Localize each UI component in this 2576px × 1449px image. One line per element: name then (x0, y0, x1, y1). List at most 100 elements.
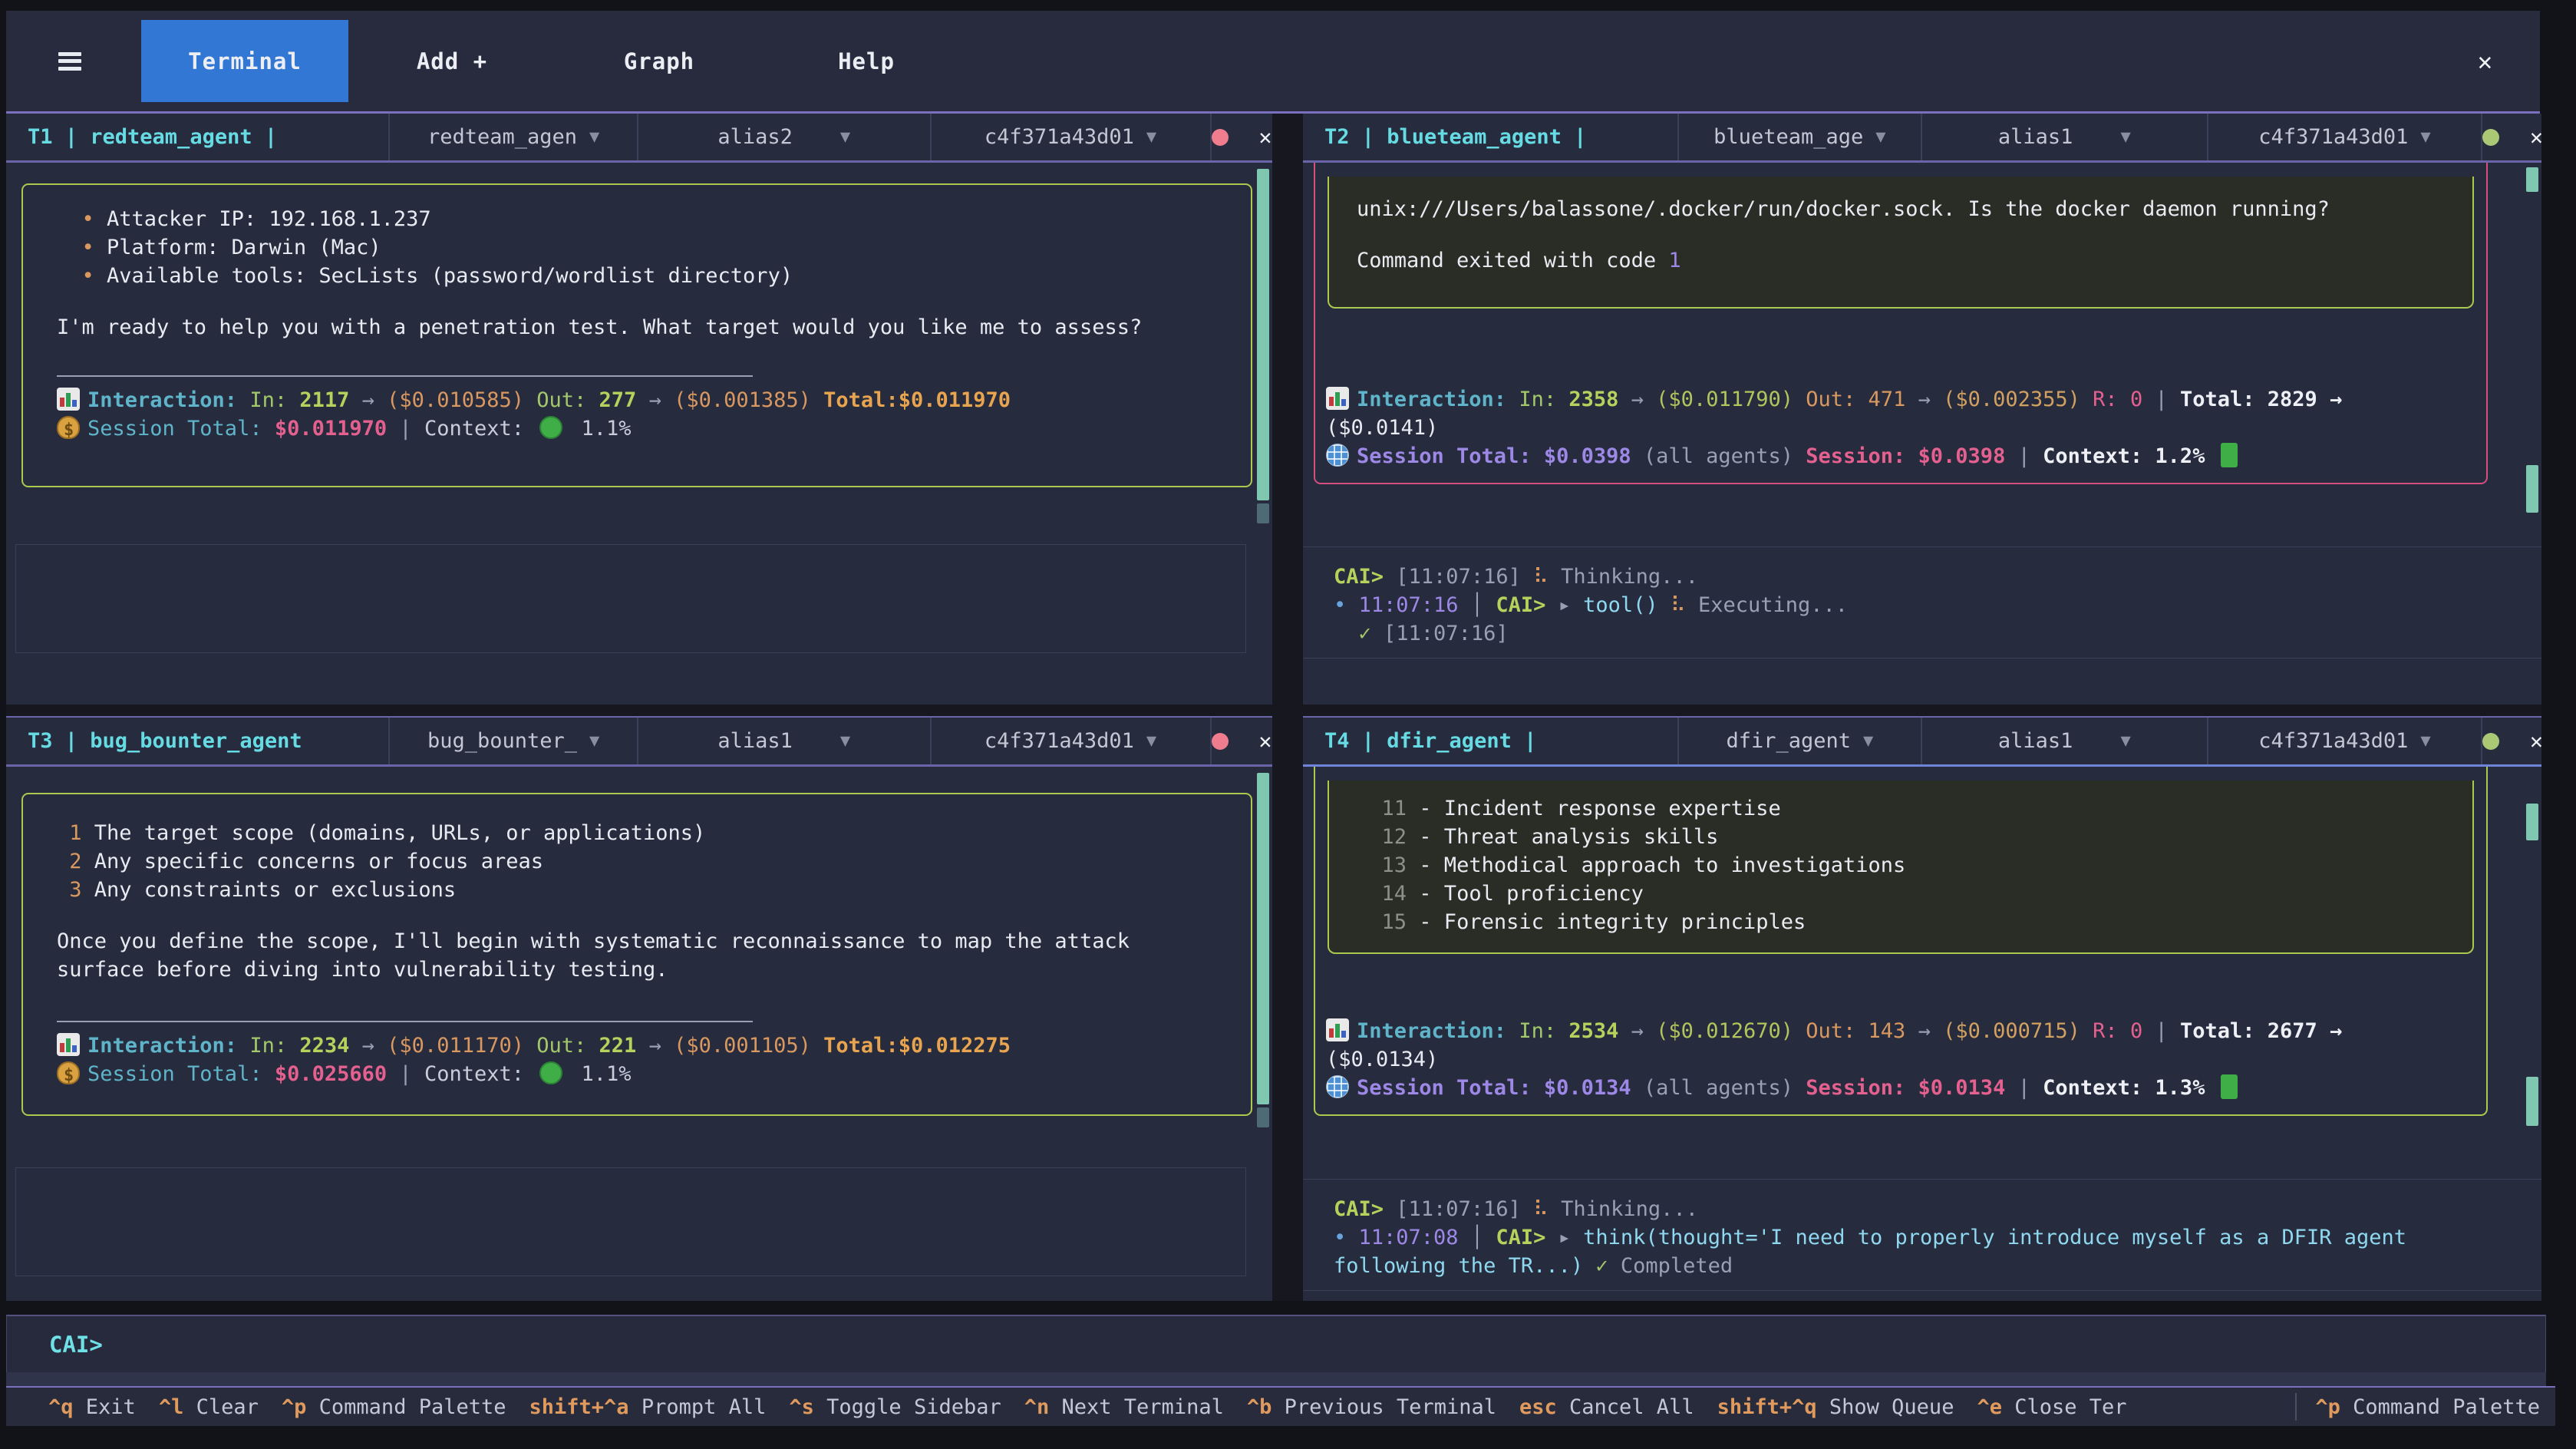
alias-select[interactable]: alias1▼ (637, 718, 930, 764)
agent-message-box: 1 The target scope (domains, URLs, or ap… (21, 793, 1252, 1116)
scrollbar[interactable] (1257, 167, 1269, 700)
close-terminal-button[interactable]: ✕ (2530, 124, 2541, 150)
alias-value: alias1 (1998, 729, 2073, 753)
interaction-line: Interaction: In: 2117 → ($0.010585) Out:… (57, 386, 1217, 414)
alias-select[interactable]: alias1▼ (1921, 114, 2207, 160)
interaction-line: Interaction: In: 2534 → ($0.012670) Out:… (1326, 1017, 2475, 1045)
shortcut-prompt-all[interactable]: shift+^a Prompt All (529, 1395, 767, 1419)
agent-type-select[interactable]: bug_bounter_▼ (388, 718, 637, 764)
message-line: I'm ready to help you with a penetration… (57, 313, 1217, 342)
scrollbar-thumb[interactable] (2526, 804, 2538, 840)
session-line: Session Total: $0.011970 | Context: 1.1% (57, 414, 1217, 444)
shortcut-previous-terminal[interactable]: ^b Previous Terminal (1247, 1395, 1496, 1419)
shortcut-command-palette-right[interactable]: ^p Command Palette (2315, 1395, 2540, 1419)
statusbar: ^q Exit ^l Clear ^p Command Palette shif… (6, 1386, 2555, 1426)
alias-select[interactable]: alias1 ▼ (1921, 718, 2207, 764)
chevron-down-icon: ▼ (2120, 731, 2130, 751)
menu-icon[interactable] (58, 52, 81, 71)
close-icon[interactable]: ✕ (2478, 47, 2492, 76)
chevron-down-icon: ▼ (2120, 127, 2130, 147)
shortcut-command-palette[interactable]: ^p Command Palette (282, 1395, 506, 1419)
session-select[interactable]: c4f371a43d01▼ (930, 114, 1212, 160)
close-terminal-button[interactable]: ✕ (1259, 124, 1272, 150)
agent-type-value: dfir_agent (1726, 729, 1851, 753)
terminal-body: • Attacker IP: 192.168.1.237 • Platform:… (6, 163, 1272, 705)
scrollbar-thumb[interactable] (1257, 773, 1269, 1104)
statusbar-divider (2295, 1393, 2297, 1421)
status-dot (2482, 733, 2499, 750)
prompt-label: CAI> (49, 1332, 103, 1358)
tab-add[interactable]: Add + (348, 20, 556, 102)
code-line: 13 - Methodical approach to investigatio… (1357, 851, 2445, 880)
tab-terminal[interactable]: Terminal (141, 20, 348, 102)
session-line: Session Total: $0.025660 | Context: 1.1% (57, 1060, 1217, 1089)
tab-help[interactable]: Help (763, 20, 970, 102)
navbar-tabs: Terminal Add + Graph Help (141, 11, 970, 111)
bar-chart-icon (1326, 1018, 1349, 1041)
session-value: c4f371a43d01 (985, 729, 1134, 753)
bar-chart-icon (1326, 387, 1349, 410)
terminal-title: T4 | dfir_agent | (1303, 729, 1677, 753)
chevron-down-icon: ▼ (840, 731, 850, 751)
chevron-down-icon: ▼ (1863, 731, 1873, 751)
scrollbar[interactable] (1257, 771, 1269, 1296)
chevron-down-icon: ▼ (1146, 127, 1156, 147)
agent-type-select[interactable]: blueteam_age▼ (1677, 114, 1921, 160)
queue-strip (6, 1372, 2546, 1386)
message-line: Once you define the scope, I'll begin wi… (57, 927, 1217, 984)
scrollbar-thumb[interactable] (2526, 1077, 2538, 1126)
interaction-line: Interaction: In: 2234 → ($0.011170) Out:… (57, 1031, 1217, 1060)
terminal-header: T4 | dfir_agent | dfir_agent ▼ alias1 ▼ c4… (1303, 718, 2541, 767)
status-dot (2482, 129, 2499, 146)
chevron-down-icon: ▼ (1146, 731, 1156, 751)
shortcut-toggle-sidebar[interactable]: ^s Toggle Sidebar (789, 1395, 1001, 1419)
scrollbar-thumb[interactable] (1257, 1107, 1269, 1127)
bullet-line: • Platform: Darwin (Mac) (57, 233, 1217, 262)
shortcut-show-queue[interactable]: shift+^q Show Queue (1717, 1395, 1954, 1419)
system-prompt-block: 11 - Incident response expertise 12 - Th… (1328, 781, 2474, 954)
terminal-title: T2 | blueteam_agent | (1303, 125, 1677, 149)
tab-graph[interactable]: Graph (556, 20, 763, 102)
app-root: { "navbar": { "tabs": [ {"label": "Termi… (0, 0, 2576, 1449)
shortcut-next-terminal[interactable]: ^n Next Terminal (1024, 1395, 1224, 1419)
scrollbar-thumb[interactable] (2526, 167, 2538, 192)
shortcut-cancel-all[interactable]: esc Cancel All (1519, 1395, 1694, 1419)
shortcut-close-terminal[interactable]: ^e Close Ter (1977, 1395, 2126, 1419)
session-select[interactable]: c4f371a43d01 ▼ (2207, 114, 2482, 160)
agent-type-select[interactable]: redteam_agen▼ (388, 114, 637, 160)
command-input-row[interactable]: CAI> (6, 1315, 2546, 1374)
log-line: ✓ [11:07:16] (1334, 619, 2511, 648)
agent-type-value: bug_bounter_ (427, 729, 577, 753)
code-line: 12 - Threat analysis skills (1357, 823, 2445, 851)
scrollbar-thumb[interactable] (2526, 465, 2538, 513)
session-select[interactable]: c4f371a43d01▼ (2207, 718, 2482, 764)
scrollbar[interactable] (2526, 167, 2538, 700)
scrollbar-thumb[interactable] (1257, 503, 1269, 523)
session-value: c4f371a43d01 (2258, 729, 2408, 753)
shortcut-clear[interactable]: ^l Clear (159, 1395, 259, 1419)
session-select[interactable]: c4f371a43d01 ▼ (930, 718, 1212, 764)
status-dot (1212, 733, 1229, 750)
terminal-title: T3 | bug_bounter_agent (6, 729, 388, 753)
interaction-cost-line: ($0.0141) (1326, 414, 2475, 442)
shortcut-exit[interactable]: ^q Exit (48, 1395, 136, 1419)
terminal-pane-t2: T2 | blueteam_agent | blueteam_age▼ alia… (1303, 114, 2541, 705)
terminal-header: T2 | blueteam_agent | blueteam_age▼ alia… (1303, 114, 2541, 163)
code-line: 11 - Incident response expertise (1357, 794, 2445, 823)
scrollbar-thumb[interactable] (1257, 169, 1269, 500)
session-value: c4f371a43d01 (2258, 125, 2408, 149)
close-terminal-button[interactable]: ✕ (2530, 728, 2541, 754)
numbered-line: 2 Any specific concerns or focus areas (57, 847, 1217, 876)
chevron-down-icon: ▼ (2420, 127, 2430, 147)
chevron-down-icon: ▼ (589, 127, 599, 147)
globe-icon (1326, 444, 1349, 467)
terminal-title: T1 | redteam_agent | (6, 125, 388, 149)
agent-message-box: • Attacker IP: 192.168.1.237 • Platform:… (21, 183, 1252, 487)
code-line: 14 - Tool proficiency (1357, 880, 2445, 908)
bar-chart-icon (57, 388, 80, 411)
agent-message-box: unix:///Users/balassone/.docker/run/dock… (1314, 163, 2488, 484)
agent-type-select[interactable]: dfir_agent ▼ (1677, 718, 1921, 764)
close-terminal-button[interactable]: ✕ (1259, 728, 1272, 754)
scrollbar[interactable] (2526, 771, 2538, 1296)
alias-select[interactable]: alias2▼ (637, 114, 930, 160)
